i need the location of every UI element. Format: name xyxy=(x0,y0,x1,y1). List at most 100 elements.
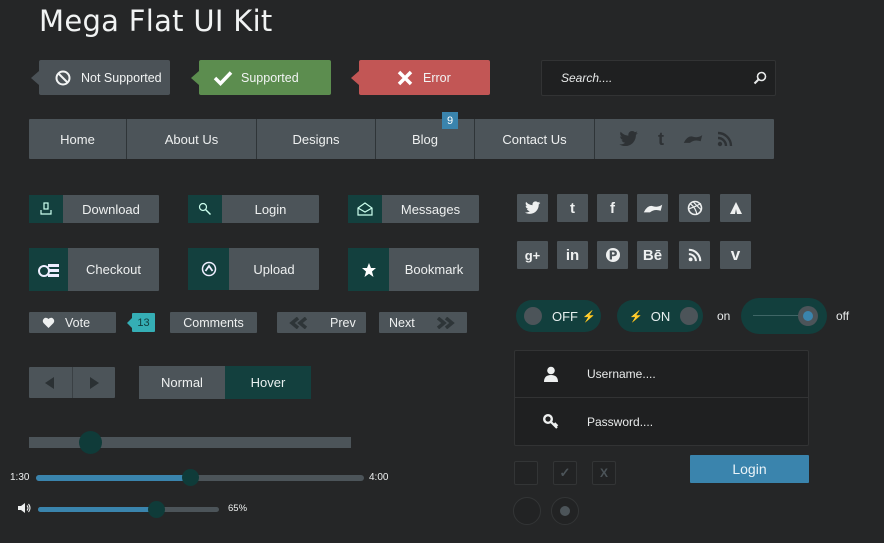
nav-item-label: Designs xyxy=(292,131,340,147)
supported-tag: Supported xyxy=(191,60,331,95)
login-submit-button[interactable]: Login xyxy=(690,455,809,483)
comments-label: Comments xyxy=(183,315,244,330)
envelope-icon xyxy=(348,195,382,223)
page-title: Mega Flat UI Kit xyxy=(39,4,273,38)
ban-icon xyxy=(53,68,73,88)
slide-switch[interactable] xyxy=(741,298,827,334)
upload-button[interactable]: Upload xyxy=(188,248,319,290)
nav-social-icons: t xyxy=(595,119,735,159)
deviantart-icon[interactable] xyxy=(637,194,668,222)
behance-icon[interactable]: Bē xyxy=(637,241,668,269)
prev-label: Prev xyxy=(330,315,356,330)
twitter-icon[interactable] xyxy=(619,129,639,149)
not-supported-label: Not Supported xyxy=(81,70,162,85)
checkout-label: Checkout xyxy=(86,262,141,277)
arrow-right-button[interactable] xyxy=(73,367,116,398)
checkbox-empty[interactable] xyxy=(514,461,538,485)
pinterest-glyph: P xyxy=(608,249,617,263)
pinterest-icon[interactable]: P xyxy=(597,241,628,269)
messages-label: Messages xyxy=(400,201,461,217)
download-label: Download xyxy=(82,201,140,217)
bookmark-label: Bookmark xyxy=(404,262,464,277)
checkout-button[interactable]: Checkout xyxy=(29,248,159,291)
login-button[interactable]: Login xyxy=(188,195,319,223)
username-field[interactable] xyxy=(587,367,808,381)
switch-knob xyxy=(798,306,818,326)
volume-handle[interactable] xyxy=(147,501,165,518)
nav-item-label: Contact Us xyxy=(502,131,567,147)
error-label: Error xyxy=(423,70,451,85)
toggle-on-label: ON xyxy=(650,308,671,324)
tumblr-icon[interactable]: t xyxy=(557,194,588,222)
volume-fill xyxy=(38,507,156,512)
nav-item-designs[interactable]: Designs xyxy=(257,119,376,159)
nav-item-contact[interactable]: Contact Us xyxy=(475,119,595,159)
twitter-icon[interactable] xyxy=(517,194,548,222)
lightning-icon: ⚡ xyxy=(582,310,596,323)
messages-button[interactable]: Messages xyxy=(348,195,479,223)
toggle-off-label: OFF xyxy=(552,308,578,324)
switch-off-label: off xyxy=(836,309,850,323)
tumblr-icon[interactable]: t xyxy=(651,129,671,149)
vote-count-badge: 13 xyxy=(127,313,155,332)
range-slider-track[interactable] xyxy=(29,437,351,448)
comments-button[interactable]: Comments xyxy=(170,312,257,333)
double-chevron-left-icon xyxy=(288,316,310,329)
volume-icon[interactable] xyxy=(17,502,32,514)
download-button[interactable]: Download xyxy=(29,195,159,223)
googleplus-icon[interactable]: g+ xyxy=(517,241,548,269)
password-row xyxy=(515,398,808,445)
total-time: 4:00 xyxy=(369,472,389,483)
progress-track[interactable] xyxy=(36,475,364,481)
password-field[interactable] xyxy=(587,414,808,429)
key-icon xyxy=(515,413,587,430)
checkbox-checked[interactable]: ✓ xyxy=(553,461,577,485)
x-icon xyxy=(395,68,415,88)
nav-item-about[interactable]: About Us xyxy=(127,119,257,159)
prev-button[interactable]: Prev xyxy=(277,312,366,333)
upload-icon xyxy=(188,248,229,290)
radio-empty[interactable] xyxy=(513,497,541,525)
blog-count-badge: 9 xyxy=(442,112,458,129)
search-icon[interactable] xyxy=(745,63,775,93)
next-label: Next xyxy=(389,315,415,330)
deviantart-icon[interactable] xyxy=(683,129,703,149)
state-segmented-control: Normal Hover xyxy=(139,366,311,399)
checkbox-crossed[interactable]: X xyxy=(592,461,616,485)
vimeo-icon[interactable]: v xyxy=(720,241,751,269)
vote-button[interactable]: Vote xyxy=(29,312,116,333)
bookmark-button[interactable]: Bookmark xyxy=(348,248,479,291)
normal-button[interactable]: Normal xyxy=(139,366,225,399)
not-supported-tag: Not Supported xyxy=(31,60,170,95)
radio-selected[interactable] xyxy=(551,497,579,525)
linkedin-icon[interactable]: in xyxy=(557,241,588,269)
triangle-right-icon xyxy=(89,376,99,389)
rss-icon[interactable] xyxy=(715,129,735,149)
volume-percent: 65% xyxy=(228,503,248,514)
range-slider-handle[interactable] xyxy=(79,431,103,454)
toggle-off[interactable]: OFF ⚡ xyxy=(516,300,601,332)
toggle-on[interactable]: ⚡ ON xyxy=(617,300,703,332)
upload-label: Upload xyxy=(253,261,295,277)
nav-item-label: Home xyxy=(60,131,95,147)
dribbble-icon[interactable] xyxy=(679,194,710,222)
download-icon xyxy=(29,195,63,223)
arrow-left-button[interactable] xyxy=(29,367,73,398)
progress-fill xyxy=(36,475,191,481)
cash-icon xyxy=(29,248,68,291)
progress-handle[interactable] xyxy=(182,469,200,486)
next-button[interactable]: Next xyxy=(379,312,467,333)
nav-item-home[interactable]: Home xyxy=(29,119,127,159)
tent-icon[interactable] xyxy=(720,194,751,222)
radio-dot xyxy=(560,506,570,516)
rss-icon[interactable] xyxy=(679,241,710,269)
arrow-button-group xyxy=(29,367,115,398)
search-input[interactable] xyxy=(542,71,745,85)
facebook-icon[interactable]: f xyxy=(597,194,628,222)
main-navbar: Home About Us Designs Blog 9 Contact Us … xyxy=(29,112,774,159)
search-box xyxy=(541,60,776,96)
nav-item-blog[interactable]: Blog 9 xyxy=(376,112,475,159)
vote-label: Vote xyxy=(65,315,91,330)
hover-button[interactable]: Hover xyxy=(225,366,311,399)
volume-track[interactable] xyxy=(38,507,219,512)
